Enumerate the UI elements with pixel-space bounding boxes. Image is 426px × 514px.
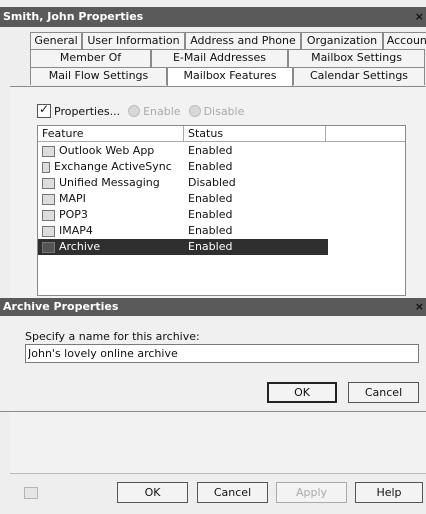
disable-button[interactable]: Disable <box>188 104 245 118</box>
feature-name: POP3 <box>59 208 88 221</box>
tab-address-and-phone[interactable]: Address and Phone <box>185 32 301 50</box>
feature-status: Enabled <box>188 208 233 221</box>
feature-name: Unified Messaging <box>59 176 160 189</box>
list-item[interactable]: POP3 Enabled <box>38 207 328 223</box>
properties-check-icon <box>37 102 51 118</box>
list-item[interactable]: Outlook Web App Enabled <box>38 143 328 159</box>
feature-name: Archive <box>59 240 101 253</box>
tab-calendar-settings[interactable]: Calendar Settings <box>293 67 425 85</box>
disable-icon <box>188 105 201 117</box>
enable-icon <box>128 105 141 117</box>
feature-status: Enabled <box>188 192 233 205</box>
owa-icon <box>42 145 55 157</box>
close-icon[interactable]: × <box>415 298 424 316</box>
column-header-status[interactable]: Status <box>184 126 326 142</box>
window-titlebar: Smith, John Properties × <box>0 7 426 27</box>
list-item[interactable]: IMAP4 Enabled <box>38 223 328 239</box>
feature-status: Enabled <box>188 144 233 157</box>
help-button[interactable]: Help <box>355 482 423 503</box>
archive-cancel-button[interactable]: Cancel <box>348 382 419 403</box>
activesync-icon <box>42 161 50 173</box>
unified-messaging-icon <box>42 177 55 189</box>
apply-button[interactable]: Apply <box>276 482 347 503</box>
panel-lower-area <box>10 412 426 474</box>
mapi-icon <box>42 193 55 205</box>
feature-name: IMAP4 <box>59 224 93 237</box>
feature-status: Enabled <box>188 224 233 237</box>
feature-name: Outlook Web App <box>59 144 155 157</box>
feature-list-header: Feature Status <box>38 126 405 142</box>
feature-status: Enabled <box>188 160 233 173</box>
list-item[interactable]: MAPI Enabled <box>38 191 328 207</box>
close-icon[interactable]: × <box>415 7 424 27</box>
tab-mail-flow-settings[interactable]: Mail Flow Settings <box>30 67 167 85</box>
feature-status: Enabled <box>188 240 233 253</box>
feature-status: Disabled <box>188 176 236 189</box>
help-toggle-icon[interactable] <box>24 487 38 499</box>
tab-user-information[interactable]: User Information <box>82 32 185 50</box>
tab-account[interactable]: Account <box>383 32 426 50</box>
enable-button[interactable]: Enable <box>128 104 181 118</box>
archive-dialog-titlebar: Archive Properties × <box>0 298 426 316</box>
cancel-button[interactable]: Cancel <box>197 482 268 503</box>
tab-organization[interactable]: Organization <box>301 32 383 50</box>
tab-mailbox-features[interactable]: Mailbox Features <box>167 67 293 87</box>
ok-button[interactable]: OK <box>117 482 188 503</box>
properties-button[interactable]: Properties... <box>37 102 121 118</box>
feature-name: Exchange ActiveSync <box>54 160 172 173</box>
feature-list[interactable]: Feature Status Outlook Web App Enabled E… <box>37 125 406 296</box>
archive-icon <box>42 241 55 253</box>
tab-mailbox-settings[interactable]: Mailbox Settings <box>288 49 425 67</box>
tab-general[interactable]: General <box>30 32 82 50</box>
feature-name: MAPI <box>59 192 86 205</box>
imap4-icon <box>42 225 55 237</box>
list-item[interactable]: Exchange ActiveSync Enabled <box>38 159 328 175</box>
list-item-selected[interactable]: Archive Enabled <box>38 239 328 255</box>
column-header-feature[interactable]: Feature <box>38 126 184 142</box>
archive-dialog-title: Archive Properties <box>3 300 119 313</box>
feature-toolbar: Properties... Enable Disable <box>37 102 252 120</box>
archive-name-label: Specify a name for this archive: <box>25 330 200 343</box>
disable-label: Disable <box>203 104 245 118</box>
tab-member-of[interactable]: Member Of <box>30 49 151 67</box>
window-title: Smith, John Properties <box>3 10 144 23</box>
pop3-icon <box>42 209 55 221</box>
properties-label: Properties... <box>54 104 121 118</box>
list-item[interactable]: Unified Messaging Disabled <box>38 175 328 191</box>
archive-name-input[interactable] <box>25 344 419 363</box>
archive-ok-button[interactable]: OK <box>267 382 337 403</box>
enable-label: Enable <box>143 104 181 118</box>
tab-email-addresses[interactable]: E-Mail Addresses <box>151 49 288 67</box>
